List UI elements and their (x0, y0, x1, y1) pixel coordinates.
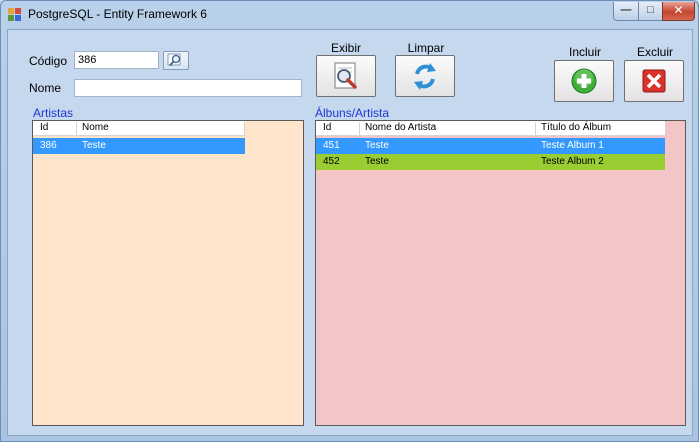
excluir-button[interactable] (624, 60, 684, 102)
exibir-caption: Exibir (330, 41, 361, 55)
view-document-icon (334, 62, 357, 89)
add-icon (571, 68, 597, 94)
albuns-header: Id Nome do Artista Título do Álbum (316, 121, 665, 136)
limpar-caption: Limpar (407, 41, 445, 55)
minimize-button[interactable]: — (613, 2, 639, 21)
maximize-icon: □ (647, 4, 654, 16)
artista-nome-cell: Teste (82, 140, 106, 151)
nome-field[interactable] (74, 79, 302, 97)
albuns-title: Álbuns/Artista (315, 106, 390, 120)
maximize-button[interactable]: □ (638, 2, 663, 21)
album-titulo-cell: Teste Album 2 (541, 156, 604, 167)
album-artista-cell: Teste (365, 140, 389, 151)
exibir-button[interactable] (316, 55, 376, 97)
table-row[interactable]: 452 Teste Teste Album 2 (316, 154, 665, 170)
form-client-area: Código 386 Nome Exibir Limpar Incluir Ex… (7, 29, 693, 436)
close-icon: ✕ (673, 3, 684, 17)
album-id-cell: 451 (323, 140, 340, 151)
album-id-cell: 452 (323, 156, 340, 167)
table-row[interactable]: 386 Teste (33, 138, 245, 154)
artistas-col-id[interactable]: Id (35, 122, 77, 136)
artistas-title: Artistas (33, 106, 74, 120)
codigo-label: Código (29, 54, 68, 68)
album-artista-cell: Teste (365, 156, 389, 167)
limpar-button[interactable] (395, 55, 455, 97)
refresh-icon (414, 63, 436, 90)
incluir-caption: Incluir (568, 45, 601, 59)
artistas-header: Id Nome (33, 121, 245, 136)
album-titulo-cell: Teste Album 1 (541, 140, 604, 151)
albuns-col-id[interactable]: Id (318, 122, 360, 136)
main-window: PostgreSQL - Entity Framework 6 — □ ✕ Có… (0, 0, 699, 442)
artistas-col-nome[interactable]: Nome (77, 122, 245, 136)
table-row[interactable]: 451 Teste Teste Album 1 (316, 138, 665, 154)
artistas-list[interactable]: Id Nome 386 Teste (32, 120, 304, 426)
magnifier-icon (167, 53, 181, 67)
incluir-button[interactable] (554, 60, 614, 102)
search-button[interactable] (163, 51, 189, 70)
title-bar[interactable]: PostgreSQL - Entity Framework 6 — □ ✕ (1, 1, 698, 29)
minimize-icon: — (620, 4, 632, 16)
albuns-col-titulo[interactable]: Título do Álbum (536, 122, 665, 136)
nome-label: Nome (29, 81, 62, 95)
artista-id-cell: 386 (40, 140, 57, 151)
close-button[interactable]: ✕ (662, 2, 695, 21)
window-title: PostgreSQL - Entity Framework 6 (28, 7, 207, 21)
delete-icon (642, 69, 666, 93)
albuns-list[interactable]: Id Nome do Artista Título do Álbum 451 T… (315, 120, 686, 426)
excluir-caption: Excluir (636, 45, 673, 59)
app-icon (8, 8, 22, 22)
codigo-field[interactable]: 386 (74, 51, 159, 69)
albuns-col-artista[interactable]: Nome do Artista (360, 122, 536, 136)
